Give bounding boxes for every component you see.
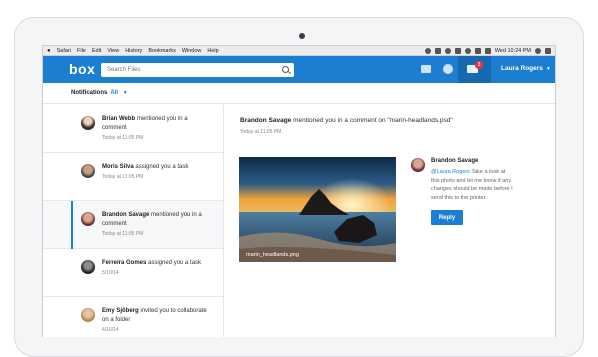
apple-icon[interactable]: ●	[47, 48, 51, 54]
comment-mention[interactable]: @Laura Rogers	[431, 169, 470, 175]
image-preview[interactable]: marin_headlands.png	[239, 157, 396, 262]
comment-author[interactable]: Brandon Savage	[431, 158, 478, 164]
list-item[interactable]: Ferreira Gomes assigned you a task 5/10/…	[43, 249, 223, 297]
spotlight-icon[interactable]	[535, 47, 541, 54]
folder-icon[interactable]	[421, 65, 431, 73]
chevron-down-icon: ▼	[545, 66, 551, 72]
menu-safari[interactable]: Safari	[57, 48, 71, 54]
notification-detail: Brandon Savage mentioned you in a commen…	[224, 105, 555, 337]
list-item[interactable]: Brian Webb mentioned you in a comment To…	[43, 105, 223, 153]
notification-time: Today at 11:05 PM	[102, 135, 144, 141]
comment-body: @Laura Rogers Take a look at this photo …	[431, 168, 513, 202]
menubar-clock[interactable]: Wed 10:24 PM	[495, 48, 531, 54]
camera-icon	[299, 33, 305, 39]
detail-actor[interactable]: Brandon Savage	[240, 117, 291, 124]
notifications-subheader: Notifications All ▼	[43, 83, 555, 104]
notification-badge: 3	[475, 61, 483, 69]
bluetooth-icon[interactable]	[454, 47, 461, 54]
notification-actor: Brian Webb	[102, 116, 136, 122]
box-sync-icon[interactable]	[424, 47, 431, 54]
menu-view[interactable]: View	[107, 48, 119, 54]
search-placeholder: Search Files	[107, 67, 141, 73]
timemachine-icon[interactable]	[444, 47, 451, 54]
notification-actor: Moris Silva	[102, 164, 134, 170]
battery-icon[interactable]	[484, 47, 491, 54]
notification-time: Today at 11:05 PM	[102, 231, 144, 237]
avatar	[411, 158, 425, 172]
page-title: Notifications	[71, 90, 108, 96]
menu-history[interactable]: History	[125, 48, 142, 54]
notifications-button[interactable]: 3	[458, 56, 491, 83]
notification-time: 5/10/14	[102, 270, 119, 276]
notification-list: Brian Webb mentioned you in a comment To…	[43, 105, 224, 337]
app-header: box Search Files 3 Laura Rogers ▼	[43, 56, 555, 83]
volume-icon[interactable]	[474, 47, 481, 54]
avatar	[81, 308, 95, 322]
list-item[interactable]: Brandon Savage mentioned you in a commen…	[43, 201, 223, 249]
notification-actor: Brandon Savage	[102, 212, 150, 218]
mac-menubar: ● Safari File Edit View History Bookmark…	[43, 46, 555, 56]
chevron-down-icon: ▼	[122, 90, 128, 96]
notification-center-icon[interactable]	[545, 47, 551, 54]
filter-label: All	[110, 90, 119, 96]
detail-time: Today at 11:05 PM	[240, 129, 282, 135]
landscape-photo	[239, 157, 396, 262]
menu-edit[interactable]: Edit	[92, 48, 101, 54]
avatar	[81, 116, 95, 130]
avatar	[81, 260, 95, 274]
menu-bookmarks[interactable]: Bookmarks	[148, 48, 176, 54]
menu-window[interactable]: Window	[182, 48, 202, 54]
user-name: Laura Rogers	[501, 65, 543, 72]
notification-time: Today at 11:05 PM	[102, 174, 144, 180]
dropbox-icon[interactable]	[434, 47, 441, 54]
screen: ● Safari File Edit View History Bookmark…	[42, 45, 556, 337]
box-logo[interactable]: box	[69, 61, 95, 77]
notification-text: assigned you a task	[146, 260, 202, 266]
detail-title-text: mentioned you in a comment on "marin-hea…	[291, 117, 453, 124]
globe-icon[interactable]	[443, 64, 453, 74]
notification-time: 4/16/14	[102, 327, 119, 333]
main-content: Brian Webb mentioned you in a comment To…	[43, 105, 555, 337]
filter-dropdown[interactable]: All ▼	[110, 90, 127, 96]
wifi-icon[interactable]	[464, 47, 471, 54]
image-caption: marin_headlands.png	[246, 252, 299, 258]
avatar	[81, 212, 95, 226]
list-item[interactable]: Emy Sjöberg invited you to collaborate o…	[43, 297, 223, 337]
list-item[interactable]: Moris Silva assigned you a task Today at…	[43, 153, 223, 201]
search-input[interactable]: Search Files	[101, 63, 294, 77]
notification-text: assigned you a task	[133, 164, 189, 170]
menu-file[interactable]: File	[77, 48, 86, 54]
menu-help[interactable]: Help	[207, 48, 218, 54]
notification-actor: Ferreira Gomes	[102, 260, 147, 266]
notification-actor: Emy Sjöberg	[102, 308, 139, 314]
detail-title: Brandon Savage mentioned you in a commen…	[240, 117, 453, 124]
reply-button[interactable]: Reply	[431, 210, 463, 225]
avatar	[81, 164, 95, 178]
user-menu[interactable]: Laura Rogers ▼	[501, 65, 551, 72]
search-icon[interactable]	[282, 66, 289, 73]
